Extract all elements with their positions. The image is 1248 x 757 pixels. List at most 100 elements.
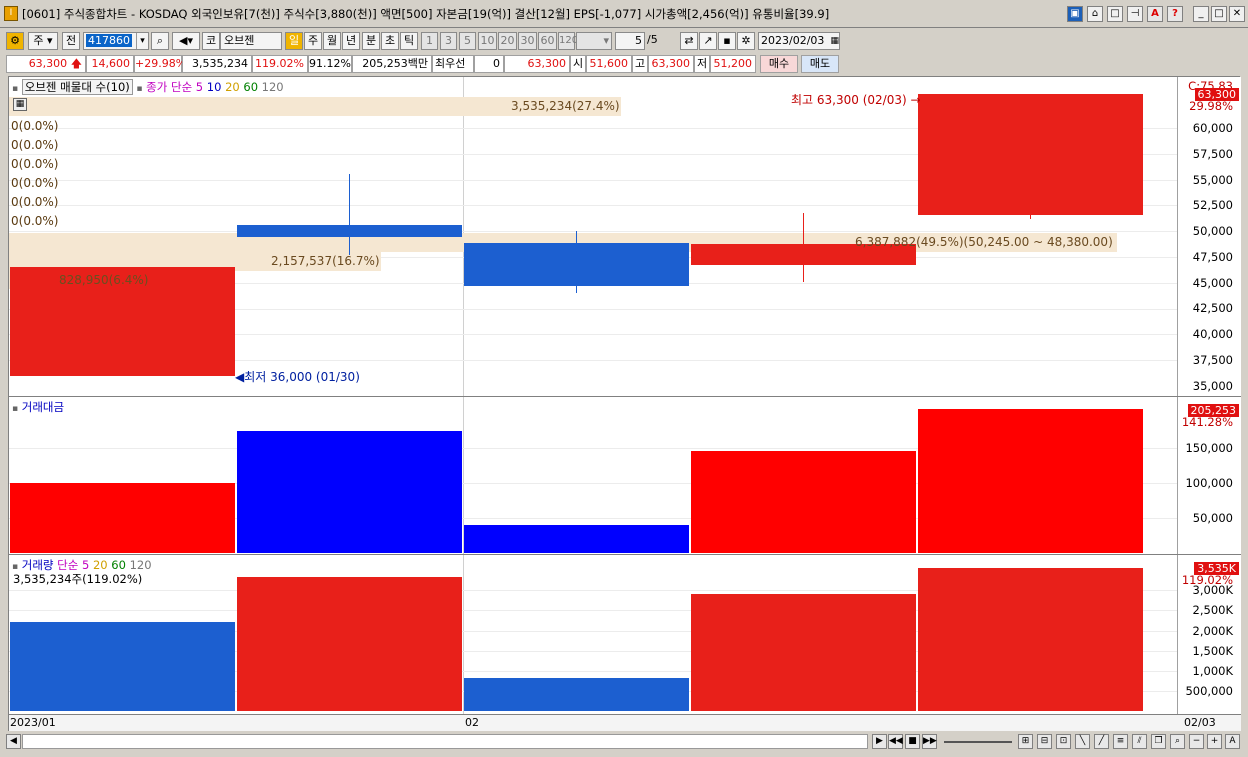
speaker-icon[interactable]: ◀▾ bbox=[172, 32, 200, 50]
vp-label: 2,157,537(16.7%) bbox=[271, 254, 380, 268]
num-60[interactable]: 60 bbox=[538, 32, 557, 50]
channel-tool-icon[interactable]: ⫽ bbox=[1132, 734, 1147, 749]
amount-bar[interactable] bbox=[237, 430, 462, 553]
period-month[interactable]: 월 bbox=[323, 32, 341, 50]
scroll-track[interactable] bbox=[22, 734, 868, 749]
legend-ma-20[interactable]: 20 bbox=[225, 80, 240, 94]
volume-legend-ma-120[interactable]: 120 bbox=[130, 558, 152, 572]
save-icon[interactable]: ▪ bbox=[718, 32, 736, 50]
vp-label: 828,950(6.4%) bbox=[59, 273, 149, 287]
period-day[interactable]: 일 bbox=[285, 32, 303, 50]
forward-icon[interactable]: ▶▶ bbox=[922, 734, 937, 749]
legend-ma-10[interactable]: 10 bbox=[207, 80, 222, 94]
grid-icon[interactable]: ⊡ bbox=[1056, 734, 1071, 749]
volume-legend-ma[interactable]: 단순 5 bbox=[57, 558, 89, 572]
unit-select[interactable]: ▾ bbox=[576, 32, 612, 50]
period-tick[interactable]: 틱 bbox=[400, 32, 418, 50]
layout-icon[interactable]: ⊞ bbox=[1018, 734, 1033, 749]
stop-icon[interactable]: ■ bbox=[905, 734, 920, 749]
num-10[interactable]: 10 bbox=[478, 32, 497, 50]
zoom-out-icon[interactable]: − bbox=[1189, 734, 1204, 749]
volume-legend-ma-20[interactable]: 20 bbox=[93, 558, 108, 572]
vp-label: 0(0.0%) bbox=[11, 157, 59, 171]
count-input[interactable]: 5 bbox=[615, 32, 645, 50]
legend-ma[interactable]: 종가 단순 5 bbox=[146, 80, 203, 94]
volume-bar[interactable] bbox=[918, 568, 1143, 711]
code-input[interactable]: 417860 ▾ bbox=[83, 32, 149, 50]
amount-bar[interactable] bbox=[10, 483, 235, 553]
search-icon[interactable]: ⌕ bbox=[151, 32, 169, 50]
volume-legend-ma-60[interactable]: 60 bbox=[111, 558, 126, 572]
volume-bar[interactable] bbox=[464, 677, 689, 711]
zoom-slider[interactable] bbox=[944, 741, 1012, 743]
swap-icon[interactable]: ⇄ bbox=[680, 32, 698, 50]
amount-bar[interactable] bbox=[918, 409, 1143, 553]
amount-bar[interactable] bbox=[691, 450, 916, 553]
volume-bar[interactable] bbox=[237, 577, 462, 711]
legend-main[interactable]: 오브젠 매물대 수(10) bbox=[21, 79, 133, 95]
stock-name-field[interactable]: 오브젠 bbox=[220, 32, 282, 50]
period-minute[interactable]: 분 bbox=[362, 32, 380, 50]
minimize-button[interactable]: _ bbox=[1193, 6, 1209, 22]
num-1[interactable]: 1 bbox=[421, 32, 438, 50]
market-select[interactable]: 주 ▾ bbox=[28, 32, 58, 50]
volume-panel[interactable]: ▪ 거래량 단순 5 20 60 120 3,535,234주(119.02%)… bbox=[9, 555, 1241, 715]
maximize-button[interactable]: □ bbox=[1211, 6, 1227, 22]
font-icon[interactable]: A bbox=[1147, 6, 1163, 22]
gear-icon[interactable]: ✲ bbox=[737, 32, 755, 50]
sell-button[interactable]: 매도 bbox=[801, 55, 839, 73]
num-5[interactable]: 5 bbox=[459, 32, 476, 50]
candle-body[interactable] bbox=[237, 225, 462, 238]
line-tool-icon[interactable]: ╲ bbox=[1075, 734, 1090, 749]
num-3[interactable]: 3 bbox=[440, 32, 457, 50]
price-panel[interactable]: 3,535,234(27.4%) 0(0.0%) 0(0.0%) 0(0.0%)… bbox=[9, 77, 1241, 397]
window-icon[interactable]: □ bbox=[1107, 6, 1123, 22]
current-price: 63,300 🡅 bbox=[6, 55, 86, 73]
chart-area[interactable]: 3,535,234(27.4%) 0(0.0%) 0(0.0%) 0(0.0%)… bbox=[8, 76, 1241, 731]
all-button[interactable]: 전 bbox=[62, 32, 80, 50]
period-week[interactable]: 주 bbox=[304, 32, 322, 50]
tick: 2,000K bbox=[1192, 624, 1233, 638]
high-annotation-text: 최고 63,300 (02/03) bbox=[791, 93, 907, 107]
legend-ma-120[interactable]: 120 bbox=[262, 80, 284, 94]
tick: 45,000 bbox=[1192, 276, 1233, 290]
link-icon[interactable]: ▣ bbox=[1067, 6, 1083, 22]
trend-tool-icon[interactable]: ╱ bbox=[1094, 734, 1109, 749]
count-total: /5 bbox=[647, 33, 658, 46]
table-icon[interactable]: ▦ bbox=[13, 98, 27, 111]
amount-panel[interactable]: ▪ 거래대금 205,253 141.28% 150,000 100,000 5… bbox=[9, 397, 1241, 555]
buy-button[interactable]: 매수 bbox=[760, 55, 798, 73]
zoom-in-icon[interactable]: + bbox=[1207, 734, 1222, 749]
pin-icon[interactable]: ⊣ bbox=[1127, 6, 1143, 22]
period-second[interactable]: 초 bbox=[381, 32, 399, 50]
period-year[interactable]: 년 bbox=[342, 32, 360, 50]
copy-icon[interactable]: ❐ bbox=[1151, 734, 1166, 749]
play-icon[interactable]: ▶ bbox=[872, 734, 887, 749]
close-button[interactable]: ✕ bbox=[1229, 6, 1245, 22]
amount-bar[interactable] bbox=[464, 525, 689, 553]
num-120[interactable]: 120 bbox=[558, 32, 578, 50]
text-size-icon[interactable]: A bbox=[1225, 734, 1240, 749]
scroll-left-button[interactable]: ◀ bbox=[6, 734, 21, 749]
home-icon[interactable]: ⌂ bbox=[1087, 6, 1103, 22]
volume-legend-label[interactable]: 거래량 bbox=[22, 558, 54, 572]
rewind-icon[interactable]: ◀◀ bbox=[888, 734, 903, 749]
candle-body[interactable] bbox=[464, 242, 689, 286]
volume-bar[interactable] bbox=[10, 622, 235, 711]
amount-legend-label[interactable]: 거래대금 bbox=[22, 400, 64, 414]
split-icon[interactable]: ⊟ bbox=[1037, 734, 1052, 749]
chart-icon[interactable]: ↗ bbox=[699, 32, 717, 50]
settings-icon[interactable]: ⚙ bbox=[6, 32, 24, 50]
tick: 60,000 bbox=[1192, 121, 1233, 135]
num-20[interactable]: 20 bbox=[498, 32, 517, 50]
date-input[interactable]: 2023/02/03 ▦ bbox=[758, 32, 840, 50]
price-badge-pct: 29.98% bbox=[1189, 99, 1233, 113]
fib-tool-icon[interactable]: ≡ bbox=[1113, 734, 1128, 749]
candle-body[interactable] bbox=[918, 93, 1143, 215]
help-icon[interactable]: ? bbox=[1167, 6, 1183, 22]
zoom-icon[interactable]: ⌕ bbox=[1170, 734, 1185, 749]
legend-ma-60[interactable]: 60 bbox=[243, 80, 258, 94]
volume-bar[interactable] bbox=[691, 594, 916, 711]
tick: 150,000 bbox=[1185, 441, 1233, 455]
num-30[interactable]: 30 bbox=[518, 32, 537, 50]
